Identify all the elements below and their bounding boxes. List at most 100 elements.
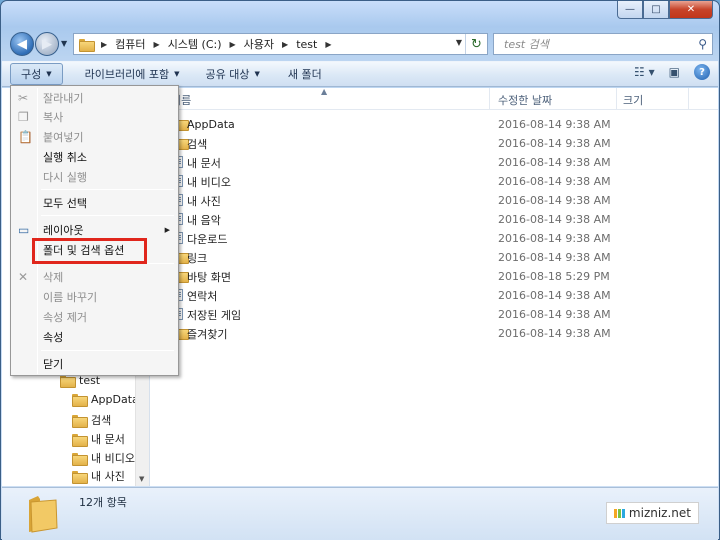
search-folder-icon [72,414,88,428]
file-row[interactable]: 저장된 게임 2016-08-14 9:38 AM [151,305,718,324]
menu-item-label: 잘라내기 [43,92,84,105]
details-pane: 12개 항목 mizniz.net [2,487,718,540]
file-row[interactable]: 바탕 화면 2016-08-18 5:29 PM [151,267,718,286]
include-in-library-label: 라이브러리에 포함 [84,68,170,81]
new-folder-button[interactable]: 새 폴더 [278,63,332,85]
user-folder-icon [60,375,76,388]
folder-icon [72,394,88,407]
help-icon[interactable]: ? [694,64,710,80]
preview-pane-icon[interactable]: ▣ [669,65,680,79]
file-row[interactable]: 내 문서 2016-08-14 9:38 AM [151,153,718,172]
tree-item-search[interactable]: 검색 [72,412,111,428]
menu-item-label: 닫기 [43,358,64,371]
file-date: 2016-08-14 9:38 AM [498,327,611,340]
toolbar-right-group: ☷ ▾ ▣ ? [634,64,710,80]
breadcrumb-chevron-icon[interactable]: ▶ [325,40,331,49]
item-count: 12개 항목 [79,496,127,509]
column-divider[interactable] [489,88,490,110]
highlight-annotation-box [32,238,147,264]
close-button[interactable]: ✕ [669,1,713,19]
menu-item-undo[interactable]: 실행 취소 [13,147,176,167]
forward-button[interactable]: ▶ [35,32,59,56]
address-bar[interactable]: ▶ 컴퓨터 ▶ 시스템 (C:) ▶ 사용자 ▶ test ▶ ▼ ↻ [73,33,488,55]
menu-item-delete[interactable]: ✕ 삭제 [13,267,176,287]
breadcrumb-system-c[interactable]: 시스템 (C:) [168,36,222,52]
breadcrumb-computer[interactable]: 컴퓨터 [115,36,145,52]
breadcrumb-chevron-icon[interactable]: ▶ [282,40,288,49]
search-icon[interactable]: ⚲ [698,37,707,51]
file-row[interactable]: 연락처 2016-08-14 9:38 AM [151,286,718,305]
file-date: 2016-08-14 9:38 AM [498,213,611,226]
menu-item-rename[interactable]: 이름 바꾸기 [13,287,176,307]
organize-label: 구성 [21,68,42,81]
menu-item-copy[interactable]: ❐ 복사 [13,107,176,127]
view-options-icon[interactable]: ☷ ▾ [634,65,655,79]
menu-item-redo[interactable]: 다시 실행 [13,167,176,187]
back-button[interactable]: ◀ [10,32,34,56]
file-date: 2016-08-14 9:38 AM [498,194,611,207]
breadcrumb-chevron-icon[interactable]: ▶ [154,40,160,49]
menu-item-cut[interactable]: ✂ 잘라내기 [13,88,176,108]
include-in-library-button[interactable]: 라이브러리에 포함 ▼ [75,63,190,85]
menu-item-label: 다시 실행 [43,171,87,184]
tree-item-pictures[interactable]: 내 사진 [72,468,125,484]
menu-item-label: 속성 [43,331,64,344]
tree-item-videos[interactable]: 내 비디오 [72,450,135,466]
menu-item-layout[interactable]: ▭ 레이아웃 ▶ [13,220,176,240]
tree-item-appdata[interactable]: AppData [72,393,139,407]
maximize-button[interactable]: □ [643,1,669,19]
menu-item-close[interactable]: 닫기 [13,354,176,374]
column-header-date[interactable]: 수정한 날짜 [498,92,552,108]
file-row[interactable]: 즐겨찾기 2016-08-14 9:38 AM [151,324,718,343]
file-row[interactable]: 내 음악 2016-08-14 9:38 AM [151,210,718,229]
menu-item-select-all[interactable]: 모두 선택 [13,193,176,213]
paste-icon: 📋 [18,130,33,144]
delete-x-icon: ✕ [18,270,29,284]
file-row[interactable]: 내 비디오 2016-08-14 9:38 AM [151,172,718,191]
file-date: 2016-08-14 9:38 AM [498,118,611,131]
breadcrumb-chevron-icon[interactable]: ▶ [101,40,107,49]
file-name: 즐겨찾기 [187,327,228,341]
menu-separator [41,350,174,351]
breadcrumb-users[interactable]: 사용자 [244,36,274,52]
minimize-button[interactable]: — [617,1,643,19]
file-date: 2016-08-14 9:38 AM [498,232,611,245]
file-row[interactable]: 검색 2016-08-14 9:38 AM [151,134,718,153]
menu-item-remove-properties[interactable]: 속성 제거 [13,307,176,327]
tree-item-label: AppData [91,393,139,406]
file-name: 다운로드 [187,232,228,246]
breadcrumb-chevron-icon[interactable]: ▶ [230,40,236,49]
file-row[interactable]: 링크 2016-08-14 9:38 AM [151,248,718,267]
menu-item-label: 복사 [43,111,64,124]
share-with-button[interactable]: 공유 대상 ▼ [196,63,270,85]
breadcrumb-test[interactable]: test [296,38,317,51]
search-input[interactable]: test 검색 ⚲ [493,33,713,55]
watermark: mizniz.net [605,502,699,524]
menu-item-label: 실행 취소 [43,151,87,164]
address-dropdown-icon[interactable]: ▼ [456,38,462,47]
forward-arrow-icon: ▶ [42,36,52,52]
share-with-label: 공유 대상 [205,68,250,81]
menu-item-label: 모두 선택 [43,197,87,210]
file-date: 2016-08-18 5:29 PM [498,270,610,283]
file-name: 연락처 [187,289,218,303]
menu-item-properties[interactable]: 속성 [13,327,176,347]
file-date: 2016-08-14 9:38 AM [498,137,611,150]
refresh-icon[interactable]: ↻ [465,34,487,54]
column-divider[interactable] [688,88,689,110]
file-row[interactable]: 내 사진 2016-08-14 9:38 AM [151,191,718,210]
tree-item-label: 내 비디오 [91,452,135,465]
file-row[interactable]: 다운로드 2016-08-14 9:38 AM [151,229,718,248]
organize-button[interactable]: 구성 ▼ [10,63,63,85]
file-name: 링크 [187,251,208,265]
folder-large-icon [29,496,58,533]
tree-item-documents[interactable]: 내 문서 [72,431,125,447]
recent-pages-dropdown[interactable]: ▼ [61,39,67,48]
back-arrow-icon: ◀ [17,36,27,52]
menu-item-paste[interactable]: 📋 붙여넣기 [13,127,176,147]
file-date: 2016-08-14 9:38 AM [498,175,611,188]
scroll-down-arrow-icon[interactable]: ▼ [139,475,144,483]
file-row[interactable]: AppData 2016-08-14 9:38 AM [151,115,718,134]
column-divider[interactable] [616,88,617,110]
column-header-size[interactable]: 크기 [623,92,643,108]
